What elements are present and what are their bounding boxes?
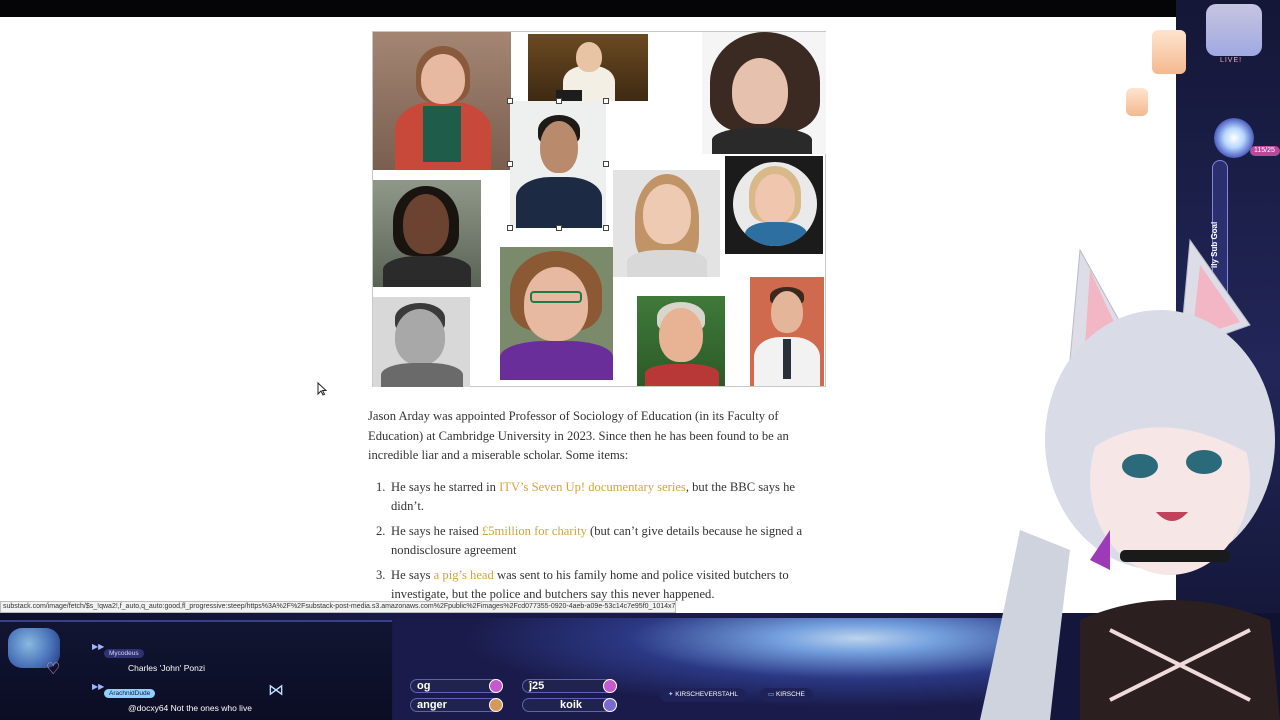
portrait-photo — [528, 34, 648, 101]
mouse-cursor-icon — [317, 382, 327, 396]
lantern-decoration — [1152, 30, 1186, 74]
list-number: 2. — [376, 523, 386, 538]
resize-handle[interactable] — [556, 98, 562, 104]
portrait-photo — [373, 297, 470, 387]
twitter-handle-text: KIRSCHEVERSTAHL — [675, 691, 738, 698]
list-item: 1. He says he starred in ITV’s Seven Up!… — [368, 478, 828, 517]
portrait-photo — [702, 32, 826, 154]
heart-icon — [603, 679, 617, 693]
resize-handle[interactable] — [603, 225, 609, 231]
resize-handle[interactable] — [603, 98, 609, 104]
stream-chat-box: ♡ ▶▶ Mycodeus Charles 'John' Ponzi ▶▶ Ar… — [0, 620, 392, 720]
pill-text: anger — [417, 699, 447, 711]
diamond-icon — [603, 698, 617, 712]
list-text: He says he starred in — [391, 479, 500, 494]
overlay-pill: og — [410, 679, 503, 693]
browser-status-url: substack.com/image/fetch/$s_!qwa2!,f_aut… — [0, 601, 676, 613]
chat-handle-tag: ▭ KIRSCHE — [760, 688, 813, 702]
overlay-pill: koik — [522, 698, 617, 712]
list-text: He says he raised — [391, 523, 482, 538]
chat-bubble-icon: ▭ — [768, 691, 775, 698]
sub-goal-count: 115/25 — [1250, 146, 1280, 156]
list-item: 3. He says a pig’s head was sent to his … — [368, 566, 828, 605]
article-paragraph: Jason Arday was appointed Professor of S… — [368, 409, 789, 462]
resize-handle[interactable] — [507, 98, 513, 104]
portrait-photo — [725, 156, 823, 254]
chat-text: @docxy64 Not the ones who live — [128, 703, 252, 713]
vtuber-avatar — [980, 238, 1280, 720]
heart-icon: ♡ — [46, 661, 61, 678]
chat-message: ▶▶ ArachnidDude @docxy64 Not the ones wh… — [92, 682, 252, 713]
overlay-pill: anger — [410, 698, 503, 712]
resize-handle[interactable] — [507, 225, 513, 231]
list-number: 1. — [376, 479, 386, 494]
portrait-photo — [613, 170, 720, 277]
play-arrow-icon: ▶▶ — [92, 642, 105, 651]
sub-goal-orb-icon — [1214, 118, 1254, 158]
twitter-icon: ✦ — [668, 691, 674, 698]
bow-icon: ⋈ — [268, 682, 284, 699]
overlay-pill: ĵ25 — [522, 679, 617, 693]
diamond-icon — [489, 698, 503, 712]
pill-text: ĵ25 — [529, 680, 545, 692]
play-arrow-icon: ▶▶ — [92, 682, 105, 691]
portrait-photo — [373, 180, 481, 287]
portrait-photo — [750, 277, 824, 386]
portrait-photo — [637, 296, 725, 386]
chat-message: ▶▶ Mycodeus Charles 'John' Ponzi — [92, 642, 205, 673]
article-link[interactable]: ITV’s Seven Up! documentary series — [499, 480, 686, 494]
list-text: He says — [391, 567, 434, 582]
portrait-photo-selected[interactable] — [510, 101, 606, 228]
heart-icon — [489, 679, 503, 693]
article-body: Jason Arday was appointed Professor of S… — [368, 407, 828, 610]
pill-text: og — [417, 680, 431, 692]
article-list: 1. He says he starred in ITV’s Seven Up!… — [368, 478, 828, 605]
article-link[interactable]: £5million for charity — [482, 524, 587, 538]
list-item: 2. He says he raised £5million for chari… — [368, 522, 828, 561]
screen: Jason Arday was appointed Professor of S… — [0, 0, 1280, 720]
resize-handle[interactable] — [507, 161, 513, 167]
resize-handle[interactable] — [603, 161, 609, 167]
twitter-handle-tag: ✦ KIRSCHEVERSTAHL — [660, 688, 746, 702]
portrait-photo — [500, 247, 613, 380]
list-number: 3. — [376, 567, 386, 582]
chat-username: Mycodeus — [104, 649, 144, 658]
article-image-collage[interactable] — [372, 31, 826, 387]
top-black-bar — [0, 0, 1280, 17]
resize-handle[interactable] — [556, 225, 562, 231]
lantern-decoration — [1126, 88, 1148, 116]
chat-text: Charles 'John' Ponzi — [128, 663, 205, 673]
chat-username: ArachnidDude — [104, 689, 156, 698]
live-badge: LIVE! — [1219, 57, 1243, 64]
pill-text: koik — [559, 699, 582, 711]
chat-handle-text: KIRSCHE — [775, 691, 805, 698]
article-link[interactable]: a pig’s head — [434, 568, 494, 582]
portrait-photo — [373, 32, 511, 170]
star-badge-icon — [1206, 4, 1262, 56]
